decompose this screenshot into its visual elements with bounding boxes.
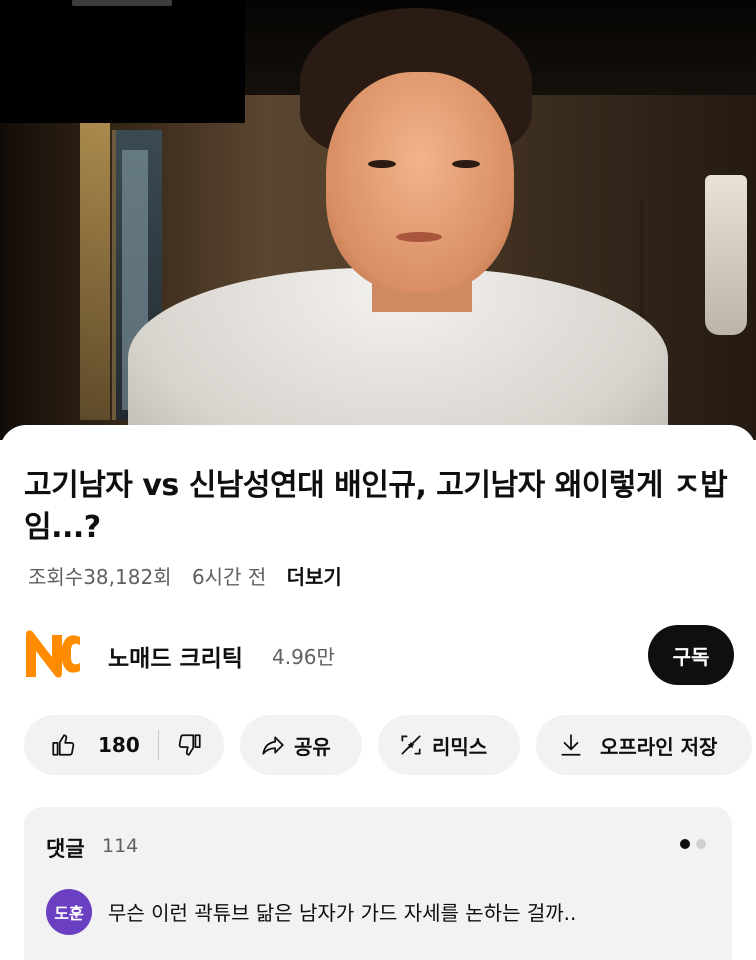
video-frame-towel	[705, 175, 747, 335]
view-count: 조회수38,182회	[28, 565, 172, 589]
video-meta[interactable]: 조회수38,182회 6시간 전 더보기	[28, 561, 356, 590]
video-frame-person-face	[326, 72, 514, 292]
share-arrow-icon	[262, 736, 284, 755]
more-link[interactable]: 더보기	[287, 565, 342, 589]
comments-panel[interactable]: 댓글 114 도훈 무슨 이런 곽튜브 닮은 남자가 가드 자세를 논하는 걸까…	[24, 807, 732, 960]
commenter-avatar[interactable]: 도훈	[46, 889, 92, 935]
comments-count: 114	[102, 835, 139, 857]
like-dislike-group: 180	[24, 715, 224, 775]
subscribe-button[interactable]: 구독	[648, 625, 734, 685]
download-label: 오프라인 저장	[600, 734, 718, 759]
share-label: 공유	[294, 734, 331, 759]
remix-icon	[401, 735, 421, 755]
like-button[interactable]: 180	[24, 715, 140, 775]
channel-logo-icon[interactable]	[22, 627, 82, 681]
channel-row: 노매드 크리틱 4.96만 구독	[22, 625, 734, 685]
action-bar: 180 공유 리믹스 오프라인 저장	[24, 715, 756, 775]
video-title[interactable]: 고기남자 vs 신남성연대 배인규, 고기남자 왜이렇게 ㅈ밥임...?	[24, 465, 736, 549]
video-frame-person-mouth	[396, 232, 442, 242]
remix-label: 리믹스	[432, 734, 488, 759]
carousel-indicator	[680, 839, 706, 849]
top-comment-text: 무슨 이런 곽튜브 닮은 남자가 가드 자세를 논하는 걸까..	[108, 901, 577, 925]
download-button[interactable]: 오프라인 저장	[536, 715, 752, 775]
carousel-dot	[696, 839, 706, 849]
comments-heading: 댓글	[46, 837, 85, 861]
upload-age: 6시간 전	[191, 565, 267, 589]
dislike-button[interactable]	[159, 715, 203, 775]
share-button[interactable]: 공유	[240, 715, 362, 775]
video-frame-person-eye-right	[452, 160, 480, 168]
thumbs-up-icon	[52, 734, 75, 756]
thumbs-down-icon	[178, 734, 201, 756]
video-overlay-text	[72, 0, 172, 6]
video-info-sheet: 고기남자 vs 신남성연대 배인규, 고기남자 왜이렇게 ㅈ밥임...? 조회수…	[0, 425, 756, 960]
video-overlay-panel	[0, 0, 245, 123]
subscriber-count: 4.96만	[272, 645, 335, 669]
video-player[interactable]	[0, 0, 756, 440]
video-frame-wall-light	[80, 120, 110, 420]
video-frame-person-eye-left	[368, 160, 396, 168]
channel-name[interactable]: 노매드 크리틱	[108, 639, 243, 673]
download-icon	[561, 734, 581, 756]
remix-button[interactable]: 리믹스	[378, 715, 520, 775]
like-count: 180	[98, 733, 140, 757]
carousel-dot-active	[680, 839, 690, 849]
